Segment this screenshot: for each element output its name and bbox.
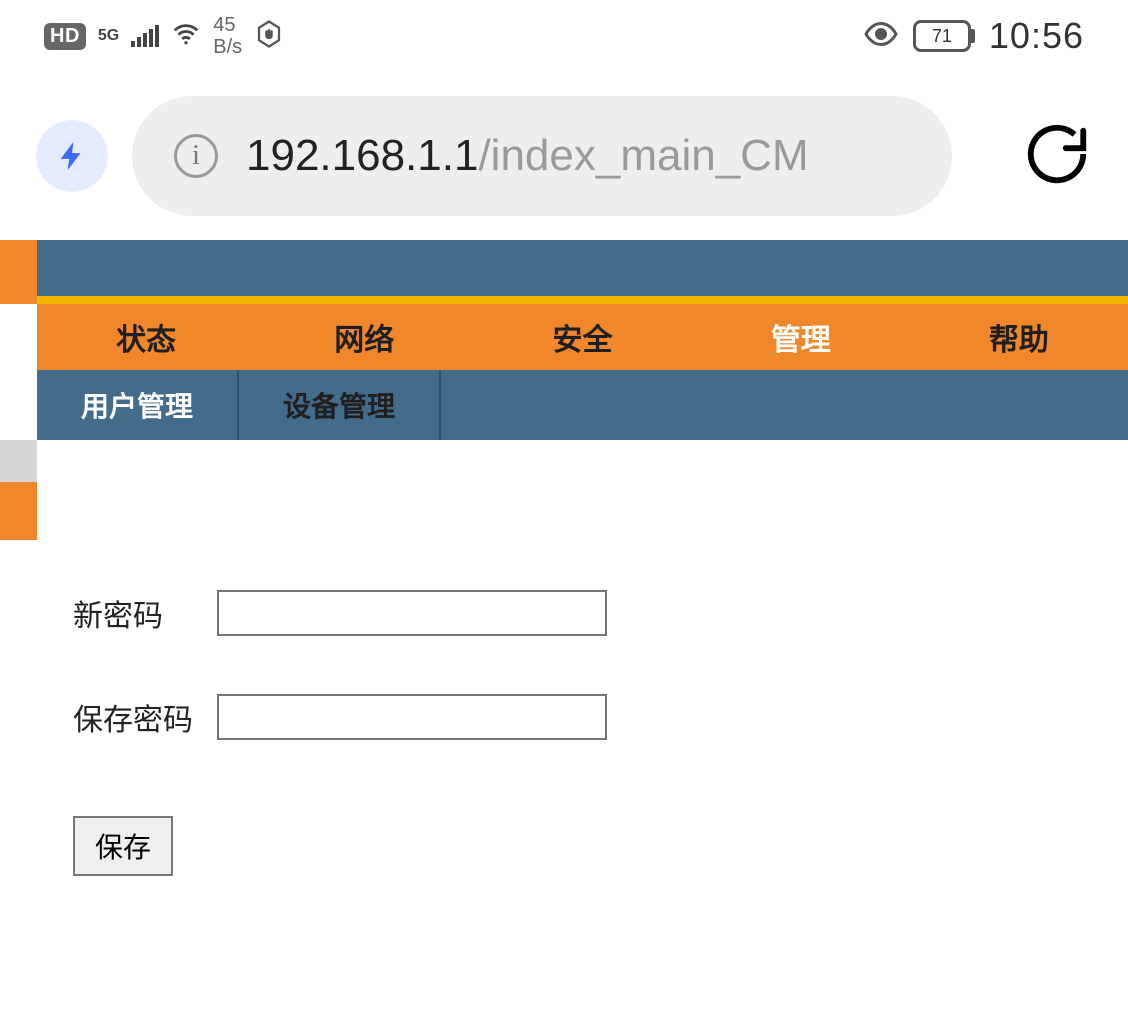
battery-indicator: 71	[913, 20, 975, 52]
url-bar[interactable]: i 192.168.1.1/index_main_CM	[132, 96, 952, 216]
accent-line	[37, 296, 1128, 304]
hd-badge: HD	[44, 23, 86, 50]
status-right: 71 10:56	[863, 15, 1084, 57]
hand-block-icon	[254, 19, 284, 54]
site-info-icon[interactable]: i	[174, 134, 218, 178]
password-form: 新密码 保存密码 保存	[37, 440, 1128, 876]
side-column	[0, 440, 37, 540]
network-speed: 45 B/s	[213, 14, 242, 58]
device-status-bar: HD 5G 45 B/s 71 10:56	[0, 0, 1128, 72]
confirm-password-input[interactable]	[217, 694, 607, 740]
main-nav: 状态 网络 安全 管理 帮助	[37, 304, 1128, 370]
eye-icon	[863, 16, 899, 57]
save-button[interactable]: 保存	[73, 816, 173, 876]
status-left: HD 5G 45 B/s	[44, 14, 284, 58]
tab-network[interactable]: 网络	[255, 304, 473, 370]
new-password-input[interactable]	[217, 590, 607, 636]
tab-management[interactable]: 管理	[692, 304, 910, 370]
tab-status[interactable]: 状态	[37, 304, 255, 370]
subtab-user-mgmt[interactable]: 用户管理	[37, 370, 239, 440]
side-accent	[0, 240, 37, 304]
lightning-icon[interactable]	[36, 120, 108, 192]
sub-nav: 用户管理 设备管理	[37, 370, 1128, 440]
clock: 10:56	[989, 15, 1084, 57]
tab-help[interactable]: 帮助	[910, 304, 1128, 370]
reload-button[interactable]	[1022, 119, 1092, 194]
browser-toolbar: i 192.168.1.1/index_main_CM	[0, 72, 1128, 240]
subtab-device-mgmt[interactable]: 设备管理	[239, 370, 441, 440]
new-password-label: 新密码	[73, 591, 193, 635]
header-band	[37, 240, 1128, 296]
wifi-icon	[171, 19, 201, 54]
confirm-password-label: 保存密码	[73, 695, 193, 739]
url-text: 192.168.1.1/index_main_CM	[246, 131, 809, 181]
router-admin-page: 状态 网络 安全 管理 帮助 用户管理 设备管理 新密码 保存密码 保存	[0, 240, 1128, 876]
signal-bars-icon	[131, 27, 159, 47]
tab-security[interactable]: 安全	[473, 304, 691, 370]
signal-5g-icon: 5G	[98, 28, 119, 44]
